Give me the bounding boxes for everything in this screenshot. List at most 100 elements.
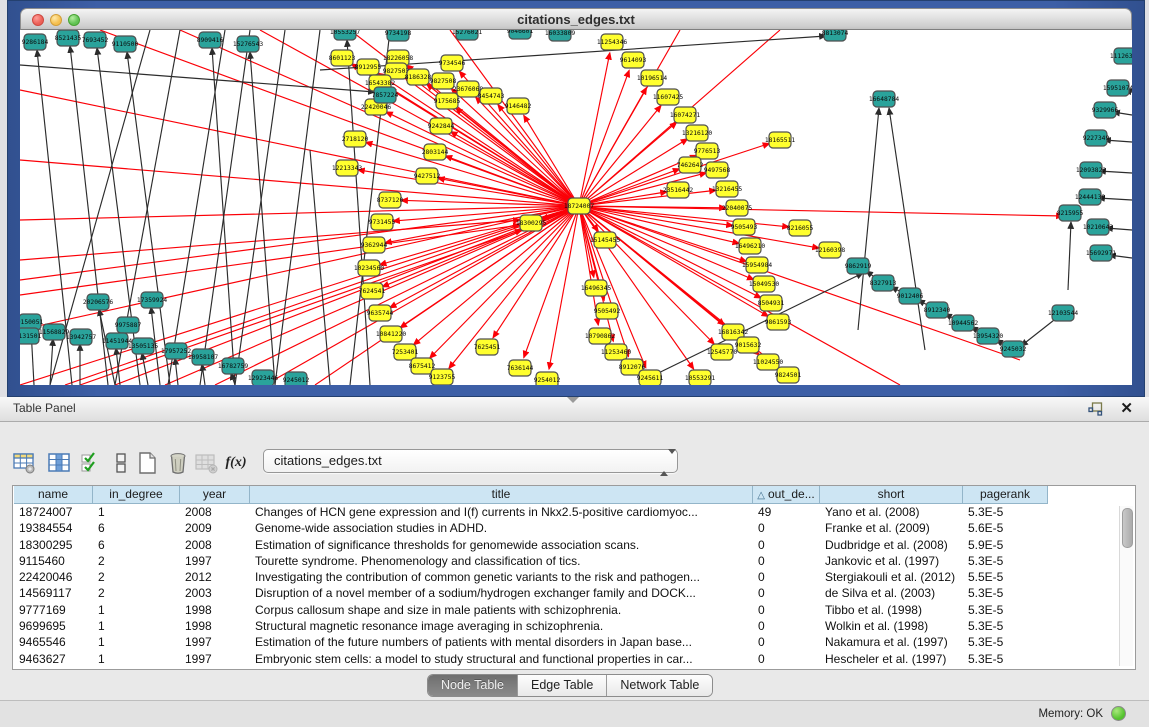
graph-node[interactable]: 8912340 (924, 302, 951, 318)
graph-node[interactable]: 12093822 (1076, 162, 1107, 178)
graph-node[interactable]: 9329966 (1092, 102, 1119, 118)
graph-node[interactable]: 9614093 (620, 52, 647, 68)
table-row[interactable]: 1872400712008Changes of HCN gene express… (14, 504, 1048, 520)
table-cell[interactable]: Stergiakouli et al. (2012) (820, 569, 963, 585)
network-canvas[interactable]: 1872400786011238912955182260589827503818… (20, 30, 1132, 385)
graph-node[interactable]: 8186328 (405, 69, 432, 85)
graph-node[interactable]: 10841220 (376, 326, 407, 342)
float-panel-icon[interactable] (1088, 402, 1103, 416)
graph-node[interactable]: 9245611 (637, 370, 664, 385)
graph-node[interactable]: 9286184 (22, 34, 49, 50)
table-cell[interactable]: 9699695 (14, 618, 93, 634)
graph-node[interactable]: 9427512 (414, 168, 441, 184)
table-cell[interactable]: 1997 (180, 553, 250, 569)
table-cell[interactable]: 0 (753, 553, 820, 569)
table-cell[interactable]: Yano et al. (2008) (820, 504, 963, 520)
graph-node[interactable]: 10196514 (637, 70, 668, 86)
tab-edge-table[interactable]: Edge Table (518, 675, 607, 696)
table-cell[interactable]: 0 (753, 537, 820, 553)
table-row[interactable]: 1938455462009Genome-wide association stu… (14, 520, 1048, 536)
table-cell[interactable]: 1 (93, 504, 180, 520)
graph-node[interactable]: 13954320 (973, 328, 1004, 344)
graph-node[interactable]: 15692971 (1086, 245, 1117, 261)
graph-node[interactable]: 11607425 (653, 89, 684, 105)
table-cell[interactable]: 22420046 (14, 569, 93, 585)
table-cell[interactable]: 5.6E-5 (963, 520, 1048, 536)
graph-node[interactable]: 9242844 (428, 118, 455, 134)
table-cell[interactable]: 9777169 (14, 602, 93, 618)
graph-node[interactable]: 18300295 (516, 215, 547, 231)
graph-node[interactable]: 15954984 (742, 257, 773, 273)
column-header-pagerank[interactable]: pagerank (963, 486, 1048, 504)
table-cell[interactable]: 2008 (180, 537, 250, 553)
table-cell[interactable]: 1 (93, 634, 180, 650)
table-cell[interactable]: 1 (93, 602, 180, 618)
table-cell[interactable]: Structural magnetic resonance image aver… (250, 618, 753, 634)
table-cell[interactable]: 5.3E-5 (963, 585, 1048, 601)
graph-node[interactable]: 12444139 (1075, 189, 1106, 205)
table-cell[interactable]: 2009 (180, 520, 250, 536)
table-row[interactable]: 969969511998Structural magnetic resonanc… (14, 618, 1048, 634)
table-cell[interactable]: 2008 (180, 504, 250, 520)
table-cell[interactable]: 6 (93, 537, 180, 553)
table-cell[interactable]: 2003 (180, 585, 250, 601)
graph-node[interactable]: 15145455 (590, 232, 621, 248)
table-cell[interactable]: 0 (753, 618, 820, 634)
graph-node[interactable]: 13216120 (682, 125, 713, 141)
table-cell[interactable]: 5.3E-5 (963, 504, 1048, 520)
graph-node[interactable]: 8215955 (1057, 205, 1084, 221)
graph-node[interactable]: 9497568 (704, 162, 731, 178)
table-cell[interactable]: Estimation of the future numbers of pati… (250, 634, 753, 650)
citation-graph[interactable]: 1872400786011238912955182260589827503818… (20, 30, 1132, 385)
graph-node[interactable]: 9861593 (765, 314, 792, 330)
graph-node[interactable]: 7624541 (359, 283, 386, 299)
table-row[interactable]: 946362711997Embryonic stem cells: a mode… (14, 651, 1048, 667)
graph-node[interactable]: 9245012 (283, 372, 310, 385)
table-cell[interactable]: 1998 (180, 618, 250, 634)
graph-node[interactable]: 8737120 (377, 192, 404, 208)
graph-node[interactable]: 13216455 (712, 181, 743, 197)
graph-node[interactable]: 9824501 (775, 367, 802, 383)
table-cell[interactable]: 2012 (180, 569, 250, 585)
table-cell[interactable]: 0 (753, 651, 820, 667)
graph-node[interactable]: 11568829 (39, 324, 70, 340)
table-cell[interactable]: 14569117 (14, 585, 93, 601)
graph-node[interactable]: 11253460 (601, 344, 632, 360)
graph-node[interactable]: 9505492 (594, 303, 621, 319)
table-row[interactable]: 1456911722003Disruption of a novel membe… (14, 585, 1048, 601)
table-row[interactable]: 946554611997Estimation of the future num… (14, 634, 1048, 650)
table-cell[interactable]: 1997 (180, 651, 250, 667)
graph-node[interactable]: 17957252 (161, 343, 192, 359)
table-cell[interactable]: 0 (753, 634, 820, 650)
graph-node[interactable]: 15276021 (452, 30, 483, 40)
table-cell[interactable]: 2 (93, 569, 180, 585)
function-builder-icon[interactable]: f(x) (221, 448, 251, 478)
table-cell[interactable]: de Silva et al. (2003) (820, 585, 963, 601)
table-cell[interactable]: Investigating the contribution of common… (250, 569, 753, 585)
table-cell[interactable]: Corpus callosum shape and size in male p… (250, 602, 753, 618)
table-cell[interactable]: 1998 (180, 602, 250, 618)
table-cell[interactable]: 9465546 (14, 634, 93, 650)
table-cell[interactable]: 1 (93, 651, 180, 667)
table-cell[interactable]: 1997 (180, 634, 250, 650)
table-cell[interactable]: 2 (93, 553, 180, 569)
table-cell[interactable]: 6 (93, 520, 180, 536)
table-cell[interactable]: Hescheler et al. (1997) (820, 651, 963, 667)
graph-node[interactable]: 16033809 (545, 30, 576, 41)
graph-node[interactable]: 12923446 (248, 370, 279, 385)
graph-node[interactable]: 11126338 (1110, 48, 1132, 64)
graph-node[interactable]: 11254346 (597, 34, 628, 50)
graph-node[interactable]: 9245032 (1000, 341, 1027, 357)
table-cell[interactable]: 5.5E-5 (963, 569, 1048, 585)
graph-node[interactable]: 8327913 (870, 275, 897, 291)
delete-attribute-icon[interactable] (163, 448, 193, 478)
graph-node[interactable]: 16074271 (670, 107, 701, 123)
table-cell[interactable]: Tibbo et al. (1998) (820, 602, 963, 618)
graph-node[interactable]: 9734546 (439, 55, 466, 71)
tab-network-table[interactable]: Network Table (607, 675, 712, 696)
graph-node[interactable]: 7693452 (82, 32, 109, 48)
graph-node[interactable]: 16648784 (869, 91, 900, 107)
graph-node[interactable]: 9362944 (361, 237, 388, 253)
graph-node[interactable]: 13505135 (128, 338, 159, 354)
graph-node[interactable]: 10958107 (188, 349, 219, 365)
